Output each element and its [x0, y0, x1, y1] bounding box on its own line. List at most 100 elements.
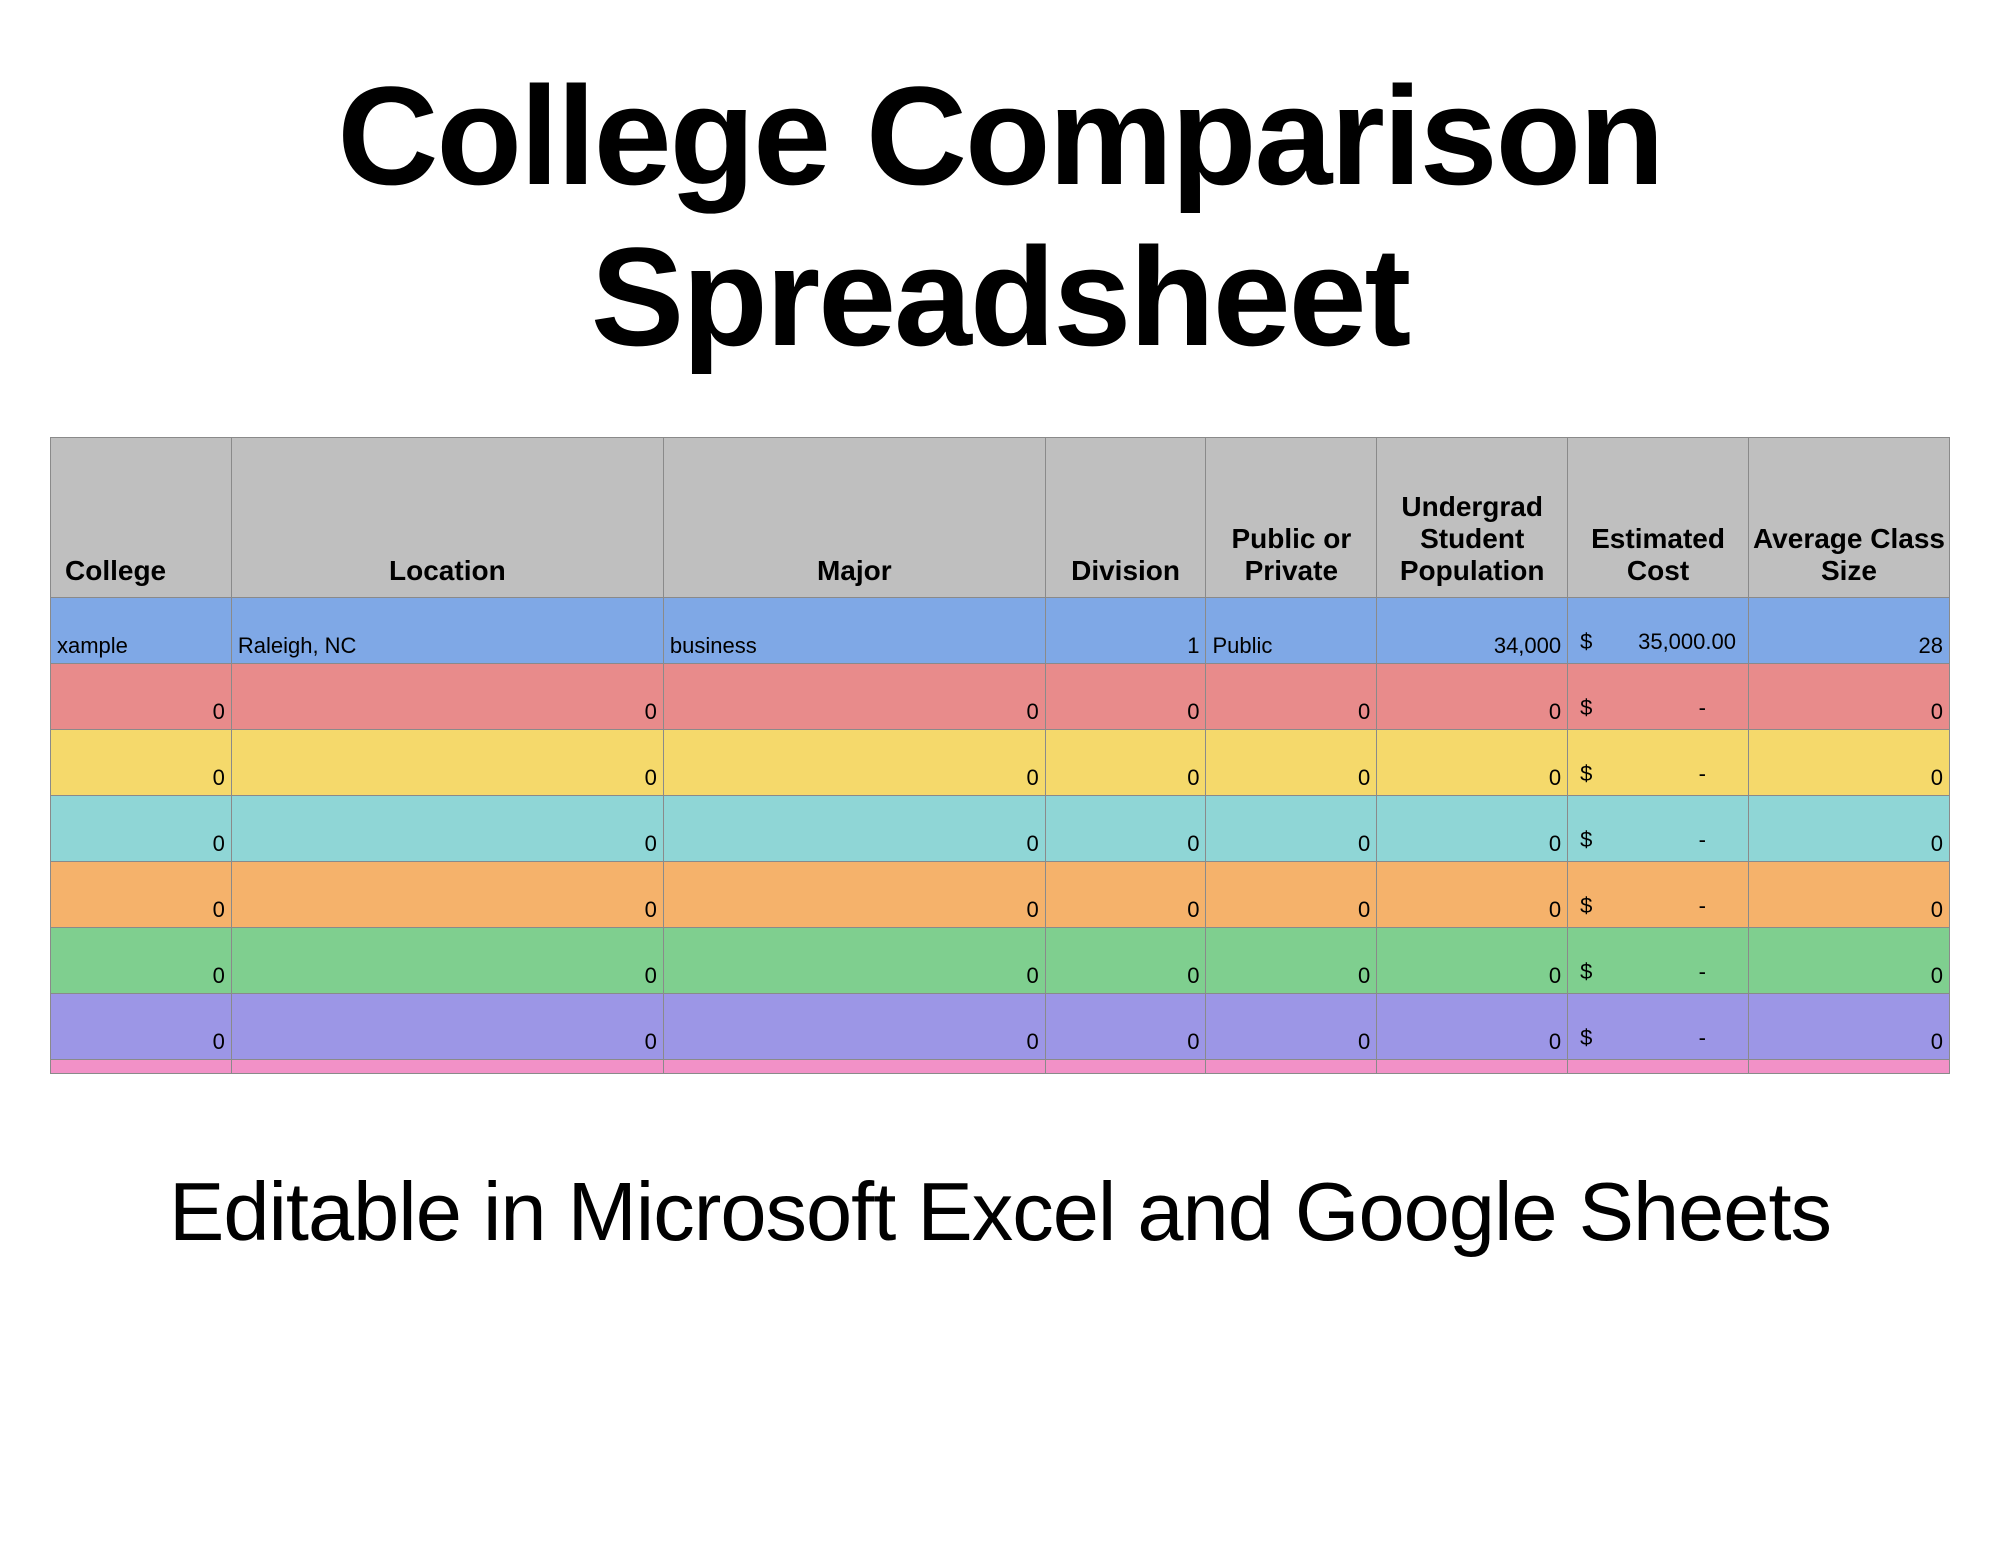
cell-location[interactable]: 0 — [231, 862, 663, 928]
cell-location[interactable]: 0 — [231, 928, 663, 994]
header-row: College Location Major Division Public o… — [51, 438, 1950, 598]
cell-classsize[interactable]: 0 — [1748, 928, 1949, 994]
table-row: xampleRaleigh, NCbusiness1Public34,000$3… — [51, 598, 1950, 664]
header-major: Major — [663, 438, 1045, 598]
cell-pubpriv[interactable]: 0 — [1206, 994, 1377, 1060]
cell-major[interactable]: 0 — [663, 664, 1045, 730]
cell-empty[interactable] — [1568, 1060, 1749, 1074]
spreadsheet-container: College Location Major Division Public o… — [50, 437, 1950, 1074]
table-row: 000000$-0 — [51, 796, 1950, 862]
footer-text: Editable in Microsoft Excel and Google S… — [169, 1164, 1831, 1260]
cell-college[interactable]: 0 — [51, 796, 232, 862]
cell-empty[interactable] — [1045, 1060, 1206, 1074]
cell-classsize[interactable]: 0 — [1748, 796, 1949, 862]
cell-classsize[interactable]: 28 — [1748, 598, 1949, 664]
cell-location[interactable]: 0 — [231, 994, 663, 1060]
cell-population[interactable]: 0 — [1377, 664, 1568, 730]
cell-cost[interactable]: $- — [1568, 994, 1749, 1060]
cell-population[interactable]: 0 — [1377, 928, 1568, 994]
cell-classsize[interactable]: 0 — [1748, 730, 1949, 796]
cell-division[interactable]: 1 — [1045, 598, 1206, 664]
cell-division[interactable]: 0 — [1045, 862, 1206, 928]
cell-cost[interactable]: $35,000.00 — [1568, 598, 1749, 664]
cell-cost[interactable]: $- — [1568, 730, 1749, 796]
cost-currency: $ — [1580, 695, 1592, 721]
cost-value: - — [1699, 695, 1736, 721]
table-row — [51, 1060, 1950, 1074]
cell-classsize[interactable]: 0 — [1748, 994, 1949, 1060]
table-row: 000000$-0 — [51, 928, 1950, 994]
cell-cost[interactable]: $- — [1568, 862, 1749, 928]
table-row: 000000$-0 — [51, 994, 1950, 1060]
cell-major[interactable]: business — [663, 598, 1045, 664]
page-title: College Comparison Spreadsheet — [337, 55, 1662, 377]
cell-classsize[interactable]: 0 — [1748, 862, 1949, 928]
cell-population[interactable]: 0 — [1377, 994, 1568, 1060]
cell-division[interactable]: 0 — [1045, 994, 1206, 1060]
header-classsize: Average Class Size — [1748, 438, 1949, 598]
cost-value: - — [1699, 959, 1736, 985]
cell-location[interactable]: Raleigh, NC — [231, 598, 663, 664]
table-row: 000000$-0 — [51, 664, 1950, 730]
header-pubpriv: Public or Private — [1206, 438, 1377, 598]
cell-division[interactable]: 0 — [1045, 664, 1206, 730]
cost-currency: $ — [1580, 629, 1592, 655]
cell-population[interactable]: 34,000 — [1377, 598, 1568, 664]
table-row: 000000$-0 — [51, 862, 1950, 928]
cell-college[interactable]: xample — [51, 598, 232, 664]
cell-empty[interactable] — [231, 1060, 663, 1074]
header-college: College — [51, 438, 232, 598]
cell-location[interactable]: 0 — [231, 730, 663, 796]
cost-currency: $ — [1580, 1025, 1592, 1051]
cell-college[interactable]: 0 — [51, 994, 232, 1060]
header-division: Division — [1045, 438, 1206, 598]
cell-pubpriv[interactable]: Public — [1206, 598, 1377, 664]
cell-empty[interactable] — [1748, 1060, 1949, 1074]
cell-division[interactable]: 0 — [1045, 796, 1206, 862]
cell-cost[interactable]: $- — [1568, 796, 1749, 862]
cell-empty[interactable] — [51, 1060, 232, 1074]
cost-currency: $ — [1580, 761, 1592, 787]
cell-college[interactable]: 0 — [51, 928, 232, 994]
cell-pubpriv[interactable]: 0 — [1206, 928, 1377, 994]
cell-pubpriv[interactable]: 0 — [1206, 730, 1377, 796]
cell-cost[interactable]: $- — [1568, 928, 1749, 994]
cell-division[interactable]: 0 — [1045, 928, 1206, 994]
spreadsheet-table: College Location Major Division Public o… — [50, 437, 1950, 1074]
cell-division[interactable]: 0 — [1045, 730, 1206, 796]
cell-population[interactable]: 0 — [1377, 796, 1568, 862]
cost-value: - — [1699, 1025, 1736, 1051]
cell-population[interactable]: 0 — [1377, 730, 1568, 796]
cell-major[interactable]: 0 — [663, 994, 1045, 1060]
cell-classsize[interactable]: 0 — [1748, 664, 1949, 730]
cell-college[interactable]: 0 — [51, 664, 232, 730]
cost-currency: $ — [1580, 827, 1592, 853]
cell-empty[interactable] — [663, 1060, 1045, 1074]
cost-value: - — [1699, 761, 1736, 787]
cost-value: - — [1699, 827, 1736, 853]
cell-pubpriv[interactable]: 0 — [1206, 664, 1377, 730]
header-location: Location — [231, 438, 663, 598]
cell-college[interactable]: 0 — [51, 862, 232, 928]
cell-empty[interactable] — [1377, 1060, 1568, 1074]
cell-pubpriv[interactable]: 0 — [1206, 862, 1377, 928]
header-population: Undergrad Student Population — [1377, 438, 1568, 598]
cell-population[interactable]: 0 — [1377, 862, 1568, 928]
cell-empty[interactable] — [1206, 1060, 1377, 1074]
cell-pubpriv[interactable]: 0 — [1206, 796, 1377, 862]
cell-location[interactable]: 0 — [231, 796, 663, 862]
header-cost: Estimated Cost — [1568, 438, 1749, 598]
cost-value: - — [1699, 893, 1736, 919]
cell-major[interactable]: 0 — [663, 928, 1045, 994]
cell-location[interactable]: 0 — [231, 664, 663, 730]
cost-value: 35,000.00 — [1638, 629, 1736, 655]
cell-major[interactable]: 0 — [663, 862, 1045, 928]
title-line-2: Spreadsheet — [591, 218, 1409, 375]
cost-currency: $ — [1580, 893, 1592, 919]
cell-college[interactable]: 0 — [51, 730, 232, 796]
table-row: 000000$-0 — [51, 730, 1950, 796]
cell-major[interactable]: 0 — [663, 730, 1045, 796]
cost-currency: $ — [1580, 959, 1592, 985]
cell-major[interactable]: 0 — [663, 796, 1045, 862]
cell-cost[interactable]: $- — [1568, 664, 1749, 730]
